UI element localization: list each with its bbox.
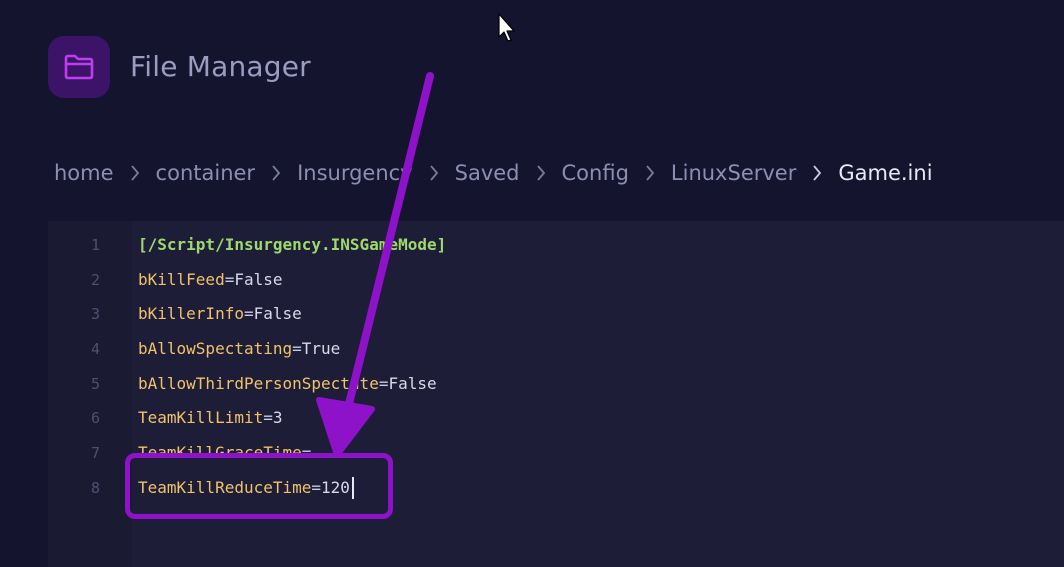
annotation-overlay bbox=[316, 13, 515, 458]
annotation-arrow bbox=[316, 72, 434, 458]
mouse-pointer-icon bbox=[498, 13, 515, 42]
